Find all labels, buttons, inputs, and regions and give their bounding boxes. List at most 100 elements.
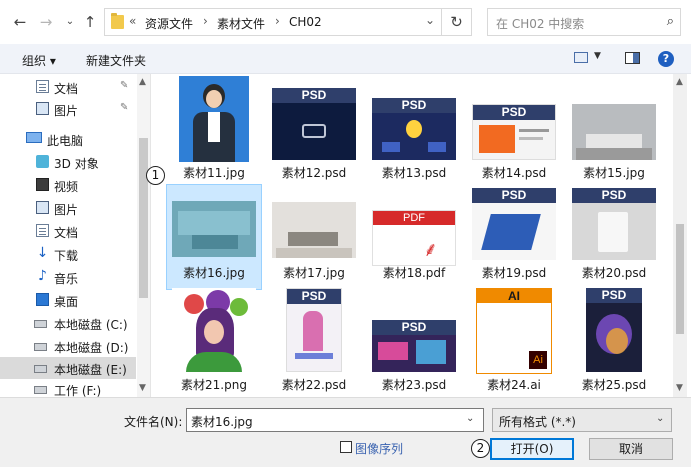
filename-input[interactable]: 素材16.jpg [186,408,484,432]
file-tile[interactable]: 素材15.jpg [566,74,662,180]
sidebar-item-label: 此电脑 [47,134,84,148]
psd-label: PSD [287,289,341,304]
sidebar-item-this-pc[interactable]: 此电脑 [0,128,136,150]
sidebar-item-label: 文档 [54,226,79,240]
sidebar-item-music[interactable]: ♪ 音乐 [0,266,136,288]
breadcrumb-separator-icon[interactable]: › [203,14,208,28]
sidebar-item-label: 3D 对象 [54,157,99,171]
open-button[interactable]: 打开(O) [490,438,574,460]
file-tile[interactable]: PSD 素材13.psd [366,74,462,180]
organize-label: 组织 [22,54,47,68]
file-name: 素材25.psd [581,378,647,392]
filetype-select[interactable]: 所有格式 (*.*) [492,408,672,432]
file-tile[interactable]: PSD 素材20.psd [566,184,662,290]
pin-icon[interactable]: ✎ [120,102,128,113]
breadcrumb-overflow[interactable]: « [129,14,136,28]
file-thumbnail: PSD [372,98,456,160]
file-thumbnail: AI Ai [476,288,552,374]
preview-pane-icon[interactable] [625,52,640,64]
sidebar-item-drive-c[interactable]: 本地磁盘 (C:) [0,312,136,334]
filetype-dropdown-chevron-icon[interactable]: ⌄ [656,413,664,424]
file-tile-selected[interactable]: 素材16.jpg [166,184,262,290]
pin-icon[interactable]: ✎ [120,80,128,91]
image-sequence-checkbox[interactable] [340,441,352,453]
sidebar-item-label: 图片 [54,203,79,217]
music-icon: ♪ [38,268,47,284]
sidebar-item-pictures[interactable]: 图片 ✎ [0,98,136,120]
file-tile[interactable]: 素材21.png [166,286,262,392]
file-tile[interactable]: AI Ai 素材24.ai [466,286,562,392]
address-dropdown-chevron-icon[interactable]: ⌄ [425,13,435,27]
new-folder-button[interactable]: 新建文件夹 [86,52,146,69]
illustrator-icon: Ai [529,351,547,369]
file-tile[interactable]: PSD 素材14.psd [466,74,562,180]
sidebar-scrollbar[interactable]: ▲ ▼ [137,74,150,397]
organize-button[interactable]: 组织 ▾ [22,52,56,69]
file-thumbnail: PDF ⸙ [372,210,456,266]
file-thumbnail [572,104,656,160]
breadcrumb-separator-icon[interactable]: › [275,14,280,28]
sidebar-item-pictures-pc[interactable]: 图片 [0,197,136,219]
view-options-caret-icon[interactable]: ▼ [594,51,601,61]
file-tile[interactable]: PDF ⸙ 素材18.pdf [366,184,462,290]
scroll-up-icon[interactable]: ▲ [676,77,683,87]
sidebar-item-drive-e[interactable]: 本地磁盘 (E:) [0,357,136,379]
navigation-pane: 文档 ✎ 图片 ✎ 此电脑 3D 对象 视频 图片 文档 ↓ 下载 ♪ 音乐 桌… [0,74,151,398]
sidebar-item-documents[interactable]: 文档 ✎ [0,76,136,98]
document-icon [36,224,49,237]
folder-icon [111,13,124,29]
breadcrumb-item[interactable]: CH02 [289,15,322,29]
sidebar-item-label: 音乐 [54,272,79,286]
file-name: 素材15.jpg [583,166,645,180]
video-icon [36,178,49,191]
file-name: 素材17.jpg [283,266,345,280]
sidebar-scroll-thumb[interactable] [139,138,148,298]
change-view-icon[interactable] [574,52,588,63]
psd-label: PSD [572,188,656,203]
cancel-button[interactable]: 取消 [589,438,673,460]
sidebar-item-downloads[interactable]: ↓ 下载 [0,243,136,265]
file-tile[interactable]: PSD 素材19.psd [466,184,562,290]
sidebar-item-label: 本地磁盘 (C:) [54,318,128,332]
filename-dropdown-chevron-icon[interactable]: ⌄ [466,413,474,424]
file-name: 素材22.psd [281,378,347,392]
file-thumbnail: PSD [472,188,556,260]
sidebar-item-drive-d[interactable]: 本地磁盘 (D:) [0,335,136,357]
search-box[interactable]: 在 CH02 中搜索 ⌕ [487,8,681,36]
address-bar[interactable]: « 资源文件 › 素材文件 › CH02 ⌄ [104,8,442,36]
dialog-footer: 文件名(N): 素材16.jpg ⌄ 所有格式 (*.*) ⌄ 图像序列 打开(… [0,397,691,467]
back-arrow-icon[interactable]: ← [10,12,30,32]
file-tile[interactable]: 素材17.jpg [266,184,362,290]
sidebar-item-desktop[interactable]: 桌面 [0,289,136,311]
document-icon [36,80,49,93]
breadcrumb-item[interactable]: 资源文件 [145,15,193,32]
pictures-icon [36,102,49,115]
file-grid-scroll-thumb[interactable] [676,224,684,334]
sidebar-item-3d-objects[interactable]: 3D 对象 [0,151,136,173]
file-tile[interactable]: PSD 素材22.psd [266,286,362,392]
refresh-icon[interactable]: ↻ [442,8,472,36]
image-sequence-label[interactable]: 图像序列 [355,440,403,457]
file-tile[interactable]: 素材11.jpg [166,74,262,180]
file-tile[interactable]: PSD 素材23.psd [366,286,462,392]
help-icon[interactable]: ? [658,51,674,67]
sidebar-item-documents-pc[interactable]: 文档 [0,220,136,242]
file-tile[interactable]: PSD 素材12.psd [266,74,362,180]
up-arrow-icon[interactable]: ↑ [80,12,100,32]
file-thumbnail [172,288,256,372]
sidebar-item-label: 图片 [54,104,79,118]
scroll-down-icon[interactable]: ▼ [139,383,146,393]
this-pc-icon [26,132,42,143]
search-icon[interactable]: ⌕ [667,14,674,29]
breadcrumb-item[interactable]: 素材文件 [217,15,265,32]
scroll-up-icon[interactable]: ▲ [139,77,146,87]
scroll-down-icon[interactable]: ▼ [676,383,683,393]
sidebar-item-video[interactable]: 视频 [0,174,136,196]
file-thumbnail: PSD [586,288,642,372]
file-name: 素材12.psd [281,166,347,180]
forward-arrow-icon[interactable]: → [36,12,56,32]
recent-locations-chevron-icon[interactable]: ⌄ [60,12,80,32]
file-tile[interactable]: PSD 素材25.psd [566,286,662,392]
file-name: 素材20.psd [581,266,647,280]
file-grid-scrollbar[interactable]: ▲ ▼ [673,74,687,397]
